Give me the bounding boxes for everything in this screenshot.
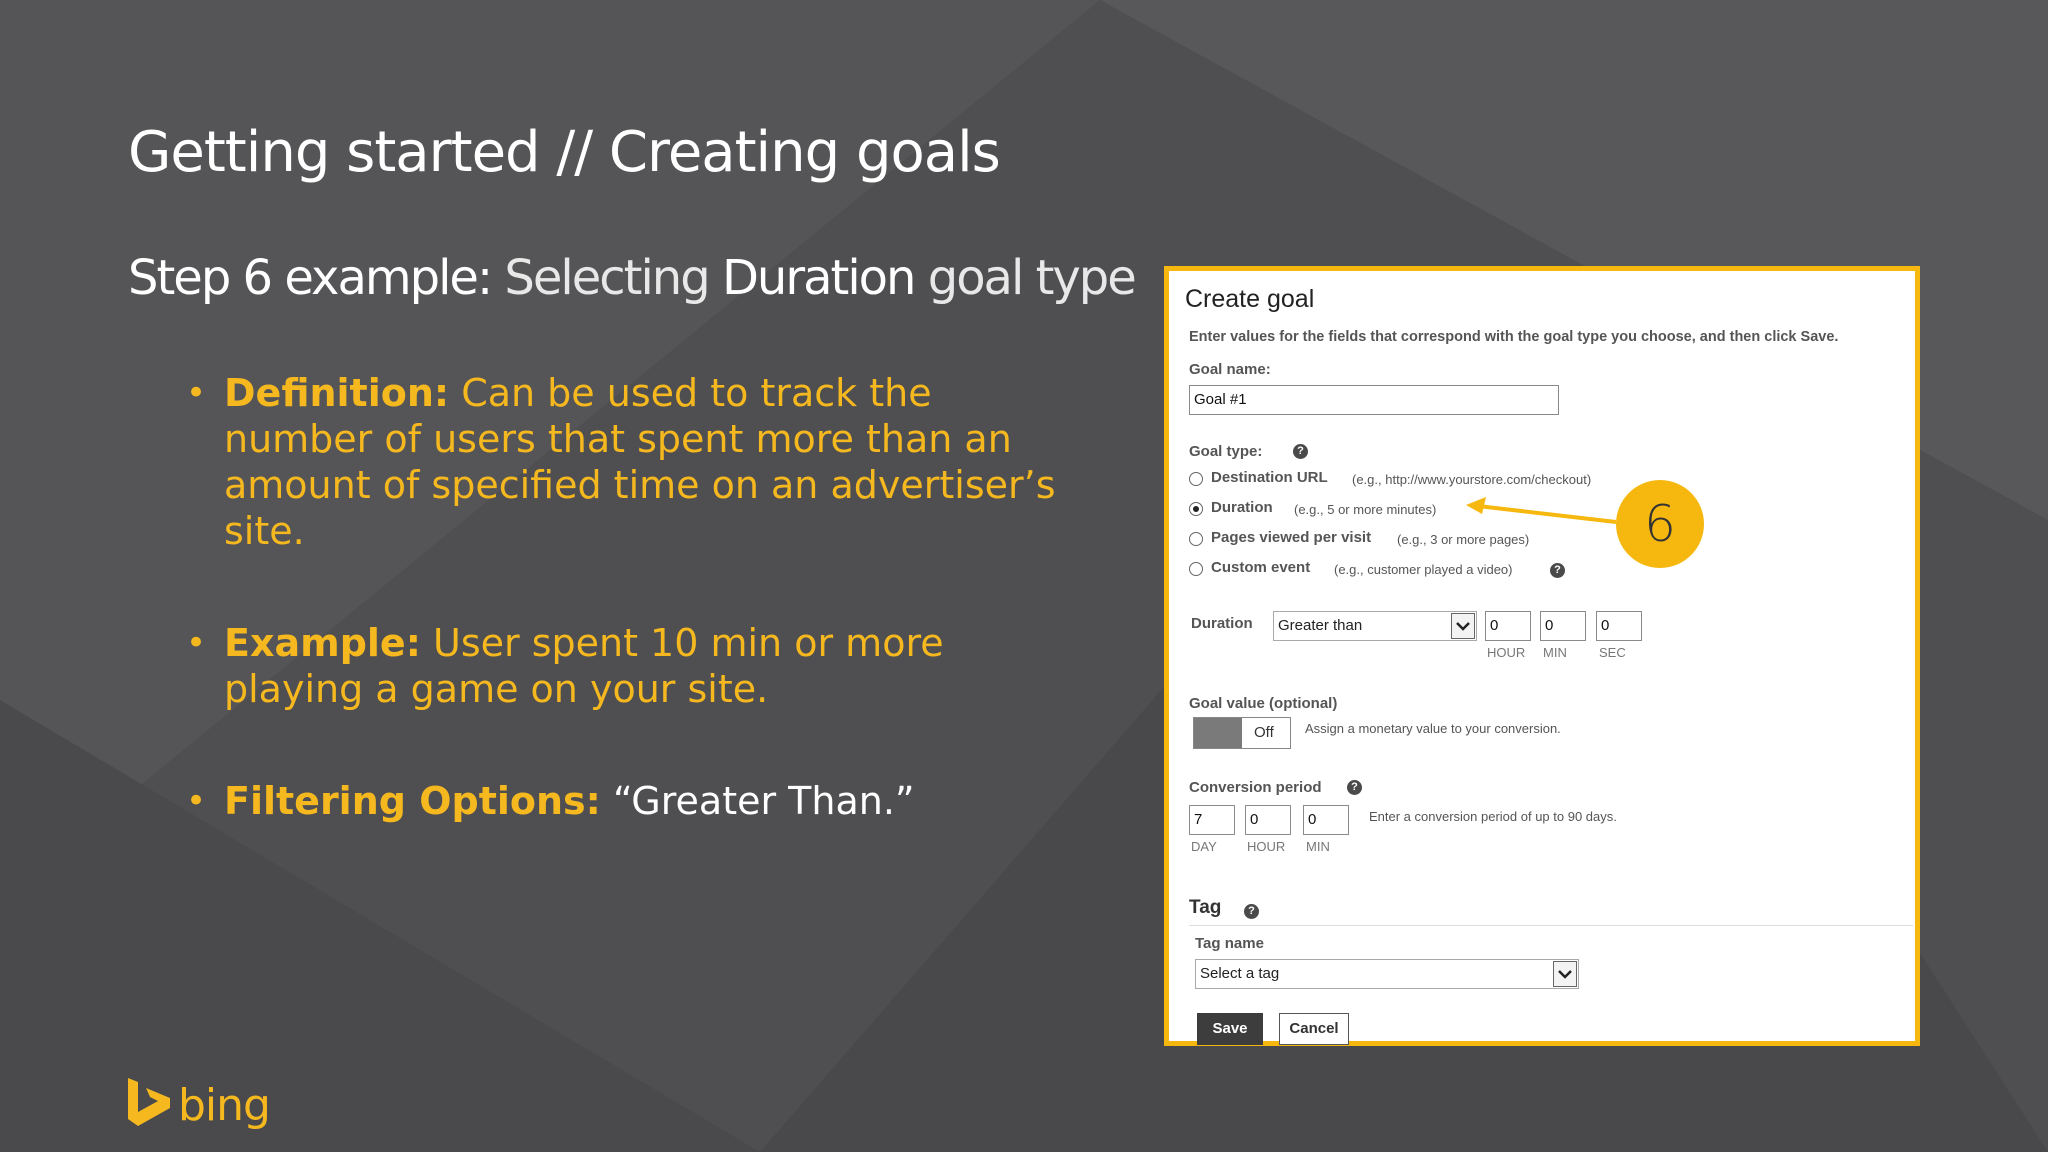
goal-type-hint: (e.g., customer played a video) xyxy=(1334,562,1513,577)
step-callout-badge: 6 xyxy=(1616,480,1704,568)
slide-subtitle: Step 6 example: Selecting Duration goal … xyxy=(128,250,1137,306)
bullet-label: Definition: xyxy=(224,371,450,415)
radio-duration[interactable] xyxy=(1189,502,1203,516)
conversion-period-label: Conversion period xyxy=(1189,779,1322,796)
bullet-dot: • xyxy=(186,623,207,663)
conversion-hour-input[interactable]: 0 xyxy=(1245,805,1291,835)
goal-type-custom-event[interactable]: Custom event xyxy=(1211,559,1310,576)
bullet-dot: • xyxy=(186,373,207,413)
goal-name-input[interactable]: Goal #1 xyxy=(1189,385,1559,415)
tag-heading: Tag xyxy=(1189,897,1222,918)
tag-select[interactable]: Select a tag xyxy=(1195,959,1579,989)
bullet-list: • Definition: Can be used to track the n… xyxy=(186,370,1066,890)
subtitle-selecting: Selecting xyxy=(504,250,710,306)
conversion-min-label: MIN xyxy=(1306,839,1330,854)
duration-label: Duration xyxy=(1191,615,1253,632)
save-button[interactable]: Save xyxy=(1197,1013,1263,1045)
bullet-text: “Greater Than.” xyxy=(612,779,915,823)
bing-logo-icon xyxy=(128,1078,170,1126)
goal-type-destination-url[interactable]: Destination URL xyxy=(1211,469,1328,486)
conversion-hour-label: HOUR xyxy=(1247,839,1286,854)
goal-value-label: Goal value (optional) xyxy=(1189,695,1338,712)
radio-custom-event[interactable] xyxy=(1189,562,1203,576)
goal-value-hint: Assign a monetary value to your conversi… xyxy=(1305,721,1561,736)
radio-pages-viewed[interactable] xyxy=(1189,532,1203,546)
create-goal-dialog: Create goal Enter values for the fields … xyxy=(1164,266,1920,1046)
toggle-state: Off xyxy=(1254,724,1274,741)
dialog-title: Create goal xyxy=(1185,285,1315,313)
dialog-instructions: Enter values for the fields that corresp… xyxy=(1189,329,1839,345)
tag-select-value: Select a tag xyxy=(1200,965,1280,982)
bullet-label: Example: xyxy=(224,621,421,665)
duration-hour-label: HOUR xyxy=(1487,645,1526,660)
bullet-definition: • Definition: Can be used to track the n… xyxy=(186,370,1066,554)
goal-type-help-icon[interactable]: ? xyxy=(1293,444,1308,459)
goal-name-label: Goal name: xyxy=(1189,361,1271,378)
goal-value-toggle[interactable]: Off xyxy=(1193,717,1291,749)
custom-event-help-icon[interactable]: ? xyxy=(1550,563,1565,578)
goal-type-hint: (e.g., 5 or more minutes) xyxy=(1294,502,1437,517)
bullet-filtering: • Filtering Options: “Greater Than.” xyxy=(186,778,1066,824)
duration-operator-value: Greater than xyxy=(1278,617,1363,634)
bullet-label: Filtering Options: xyxy=(224,779,601,823)
duration-operator-select[interactable]: Greater than xyxy=(1273,611,1477,641)
subtitle-rest: goal type xyxy=(927,250,1137,306)
tag-help-icon[interactable]: ? xyxy=(1244,904,1259,919)
conversion-day-input[interactable]: 7 xyxy=(1189,805,1235,835)
goal-type-pages-viewed[interactable]: Pages viewed per visit xyxy=(1211,529,1371,546)
slide-title: Getting started // Creating goals xyxy=(128,120,1001,185)
conversion-day-label: DAY xyxy=(1191,839,1217,854)
bullet-dot: • xyxy=(186,781,207,821)
duration-min-input[interactable]: 0 xyxy=(1540,611,1586,641)
chevron-down-icon xyxy=(1553,961,1577,987)
duration-min-label: MIN xyxy=(1543,645,1567,660)
radio-destination-url[interactable] xyxy=(1189,472,1203,486)
cancel-button[interactable]: Cancel xyxy=(1279,1013,1349,1045)
bullet-example: • Example: User spent 10 min or more pla… xyxy=(186,620,1066,712)
duration-sec-label: SEC xyxy=(1599,645,1626,660)
subtitle-duration: Duration xyxy=(721,250,916,306)
bing-logo-text: bing xyxy=(178,1080,271,1131)
callout-arrow-icon xyxy=(1466,497,1617,524)
subtitle-step: Step 6 example: xyxy=(128,250,493,306)
goal-type-hint: (e.g., http://www.yourstore.com/checkout… xyxy=(1352,472,1592,487)
conversion-period-hint: Enter a conversion period of up to 90 da… xyxy=(1369,809,1617,824)
toggle-knob xyxy=(1194,718,1242,748)
duration-sec-input[interactable]: 0 xyxy=(1596,611,1642,641)
chevron-down-icon xyxy=(1451,613,1475,639)
duration-hour-input[interactable]: 0 xyxy=(1485,611,1531,641)
goal-type-label: Goal type: xyxy=(1189,443,1263,460)
divider xyxy=(1189,925,1913,926)
tag-name-label: Tag name xyxy=(1195,935,1264,952)
conversion-period-help-icon[interactable]: ? xyxy=(1347,780,1362,795)
conversion-min-input[interactable]: 0 xyxy=(1303,805,1349,835)
goal-type-duration[interactable]: Duration xyxy=(1211,499,1273,516)
